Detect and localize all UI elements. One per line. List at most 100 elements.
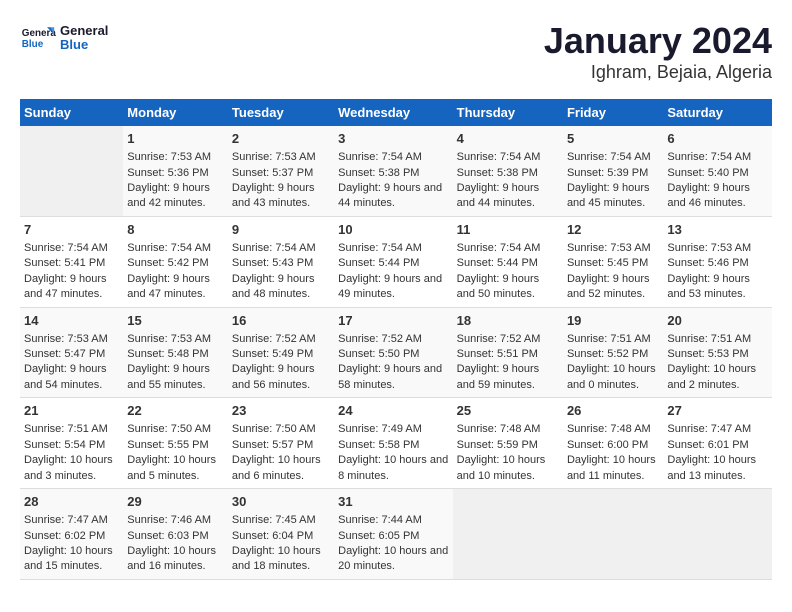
calendar-cell [663, 489, 772, 580]
day-number: 6 [667, 130, 768, 148]
daylight-text: Daylight: 9 hours and 48 minutes. [232, 272, 330, 303]
sunrise-text: Sunrise: 7:47 AM [667, 422, 768, 437]
sunrise-text: Sunrise: 7:51 AM [667, 332, 768, 347]
sunset-text: Sunset: 5:42 PM [127, 256, 224, 271]
sunrise-text: Sunrise: 7:54 AM [338, 241, 449, 256]
daylight-text: Daylight: 9 hours and 58 minutes. [338, 362, 449, 393]
calendar-cell: 15Sunrise: 7:53 AMSunset: 5:48 PMDayligh… [123, 307, 228, 398]
weekday-tuesday: Tuesday [228, 99, 334, 126]
daylight-text: Daylight: 10 hours and 20 minutes. [338, 544, 449, 575]
sunset-text: Sunset: 5:37 PM [232, 166, 330, 181]
sunset-text: Sunset: 5:50 PM [338, 347, 449, 362]
sunset-text: Sunset: 5:40 PM [667, 166, 768, 181]
sunrise-text: Sunrise: 7:54 AM [232, 241, 330, 256]
calendar-cell: 10Sunrise: 7:54 AMSunset: 5:44 PMDayligh… [334, 216, 453, 307]
day-number: 18 [457, 312, 559, 330]
daylight-text: Daylight: 9 hours and 52 minutes. [567, 272, 659, 303]
calendar-cell: 22Sunrise: 7:50 AMSunset: 5:55 PMDayligh… [123, 398, 228, 489]
daylight-text: Daylight: 9 hours and 55 minutes. [127, 362, 224, 393]
calendar-cell: 28Sunrise: 7:47 AMSunset: 6:02 PMDayligh… [20, 489, 123, 580]
day-number: 31 [338, 493, 449, 511]
daylight-text: Daylight: 10 hours and 15 minutes. [24, 544, 119, 575]
sunset-text: Sunset: 5:43 PM [232, 256, 330, 271]
calendar-cell: 8Sunrise: 7:54 AMSunset: 5:42 PMDaylight… [123, 216, 228, 307]
calendar-title: January 2024 [544, 20, 772, 62]
sunset-text: Sunset: 5:44 PM [457, 256, 559, 271]
sunrise-text: Sunrise: 7:45 AM [232, 513, 330, 528]
calendar-cell: 13Sunrise: 7:53 AMSunset: 5:46 PMDayligh… [663, 216, 772, 307]
day-number: 28 [24, 493, 119, 511]
sunrise-text: Sunrise: 7:51 AM [24, 422, 119, 437]
week-row-3: 14Sunrise: 7:53 AMSunset: 5:47 PMDayligh… [20, 307, 772, 398]
title-block: January 2024 Ighram, Bejaia, Algeria [544, 20, 772, 83]
day-number: 12 [567, 221, 659, 239]
sunset-text: Sunset: 5:45 PM [567, 256, 659, 271]
daylight-text: Daylight: 10 hours and 0 minutes. [567, 362, 659, 393]
day-number: 25 [457, 402, 559, 420]
weekday-monday: Monday [123, 99, 228, 126]
sunset-text: Sunset: 6:05 PM [338, 529, 449, 544]
daylight-text: Daylight: 9 hours and 50 minutes. [457, 272, 559, 303]
calendar-cell: 5Sunrise: 7:54 AMSunset: 5:39 PMDaylight… [563, 126, 663, 216]
sunset-text: Sunset: 6:01 PM [667, 438, 768, 453]
daylight-text: Daylight: 10 hours and 6 minutes. [232, 453, 330, 484]
sunset-text: Sunset: 5:59 PM [457, 438, 559, 453]
daylight-text: Daylight: 10 hours and 11 minutes. [567, 453, 659, 484]
calendar-cell: 7Sunrise: 7:54 AMSunset: 5:41 PMDaylight… [20, 216, 123, 307]
calendar-cell: 26Sunrise: 7:48 AMSunset: 6:00 PMDayligh… [563, 398, 663, 489]
day-number: 7 [24, 221, 119, 239]
calendar-cell: 18Sunrise: 7:52 AMSunset: 5:51 PMDayligh… [453, 307, 563, 398]
sunrise-text: Sunrise: 7:44 AM [338, 513, 449, 528]
sunset-text: Sunset: 5:39 PM [567, 166, 659, 181]
sunset-text: Sunset: 5:46 PM [667, 256, 768, 271]
day-number: 13 [667, 221, 768, 239]
page-header: General Blue General Blue January 2024 I… [20, 20, 772, 83]
day-number: 16 [232, 312, 330, 330]
day-number: 5 [567, 130, 659, 148]
daylight-text: Daylight: 9 hours and 59 minutes. [457, 362, 559, 393]
sunrise-text: Sunrise: 7:50 AM [232, 422, 330, 437]
day-number: 27 [667, 402, 768, 420]
sunset-text: Sunset: 5:38 PM [338, 166, 449, 181]
sunrise-text: Sunrise: 7:53 AM [127, 150, 224, 165]
sunset-text: Sunset: 6:03 PM [127, 529, 224, 544]
sunset-text: Sunset: 6:02 PM [24, 529, 119, 544]
sunrise-text: Sunrise: 7:51 AM [567, 332, 659, 347]
calendar-cell: 2Sunrise: 7:53 AMSunset: 5:37 PMDaylight… [228, 126, 334, 216]
calendar-cell: 24Sunrise: 7:49 AMSunset: 5:58 PMDayligh… [334, 398, 453, 489]
calendar-cell: 20Sunrise: 7:51 AMSunset: 5:53 PMDayligh… [663, 307, 772, 398]
sunset-text: Sunset: 6:00 PM [567, 438, 659, 453]
sunset-text: Sunset: 5:57 PM [232, 438, 330, 453]
calendar-cell: 27Sunrise: 7:47 AMSunset: 6:01 PMDayligh… [663, 398, 772, 489]
logo-text-general: General [60, 24, 108, 38]
week-row-1: 1Sunrise: 7:53 AMSunset: 5:36 PMDaylight… [20, 126, 772, 216]
day-number: 19 [567, 312, 659, 330]
weekday-friday: Friday [563, 99, 663, 126]
sunrise-text: Sunrise: 7:48 AM [457, 422, 559, 437]
sunrise-text: Sunrise: 7:54 AM [24, 241, 119, 256]
daylight-text: Daylight: 9 hours and 56 minutes. [232, 362, 330, 393]
sunrise-text: Sunrise: 7:46 AM [127, 513, 224, 528]
day-number: 9 [232, 221, 330, 239]
sunset-text: Sunset: 5:36 PM [127, 166, 224, 181]
sunrise-text: Sunrise: 7:54 AM [338, 150, 449, 165]
calendar-cell: 30Sunrise: 7:45 AMSunset: 6:04 PMDayligh… [228, 489, 334, 580]
daylight-text: Daylight: 9 hours and 46 minutes. [667, 181, 768, 212]
daylight-text: Daylight: 10 hours and 5 minutes. [127, 453, 224, 484]
sunrise-text: Sunrise: 7:53 AM [24, 332, 119, 347]
calendar-cell: 1Sunrise: 7:53 AMSunset: 5:36 PMDaylight… [123, 126, 228, 216]
day-number: 24 [338, 402, 449, 420]
day-number: 14 [24, 312, 119, 330]
calendar-cell [563, 489, 663, 580]
calendar-cell: 21Sunrise: 7:51 AMSunset: 5:54 PMDayligh… [20, 398, 123, 489]
day-number: 20 [667, 312, 768, 330]
calendar-cell: 17Sunrise: 7:52 AMSunset: 5:50 PMDayligh… [334, 307, 453, 398]
week-row-5: 28Sunrise: 7:47 AMSunset: 6:02 PMDayligh… [20, 489, 772, 580]
daylight-text: Daylight: 10 hours and 16 minutes. [127, 544, 224, 575]
day-number: 15 [127, 312, 224, 330]
sunrise-text: Sunrise: 7:54 AM [457, 241, 559, 256]
daylight-text: Daylight: 9 hours and 49 minutes. [338, 272, 449, 303]
calendar-cell: 23Sunrise: 7:50 AMSunset: 5:57 PMDayligh… [228, 398, 334, 489]
calendar-cell: 6Sunrise: 7:54 AMSunset: 5:40 PMDaylight… [663, 126, 772, 216]
day-number: 2 [232, 130, 330, 148]
